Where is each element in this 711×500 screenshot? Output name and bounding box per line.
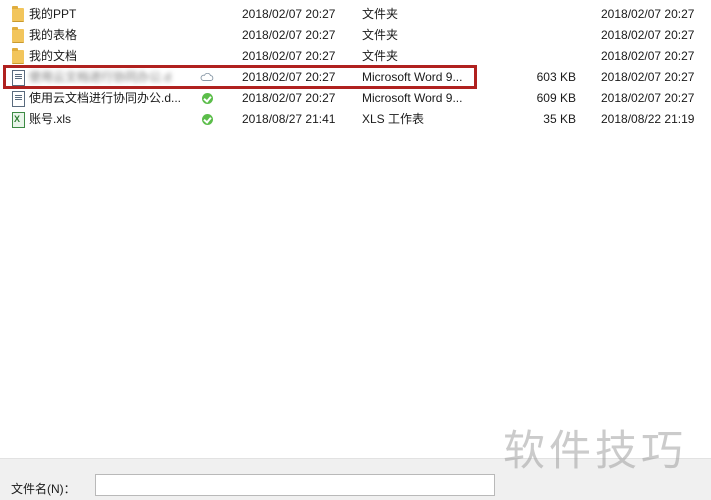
file-size: 609 KB	[536, 91, 576, 105]
file-type: 文件夹	[362, 49, 399, 63]
file-list: 我的PPT 2018/02/07 20:27 文件夹 2018/02/07 20…	[0, 0, 711, 458]
file-name: 使用云文档进行协同办公.d...	[29, 91, 182, 105]
word-doc-icon	[10, 67, 26, 88]
file-modified-date: 2018/02/07 20:27	[242, 28, 336, 42]
file-modified-date: 2018/08/27 21:41	[242, 112, 336, 126]
folder-icon	[10, 46, 26, 67]
file-created-date: 2018/02/07 20:27	[601, 7, 695, 21]
file-name: 我的文档	[29, 49, 78, 63]
folder-icon	[10, 4, 26, 25]
file-row-cloud-doc-selected[interactable]: 使用云文档进行协同办公.d 2018/02/07 20:27 Microsoft…	[0, 67, 711, 88]
synced-check-icon	[199, 109, 215, 130]
filename-input[interactable]	[95, 474, 495, 496]
file-created-date: 2018/02/07 20:27	[601, 28, 695, 42]
file-size: 35 KB	[543, 112, 576, 126]
word-doc-icon	[10, 88, 26, 109]
file-modified-date: 2018/02/07 20:27	[242, 7, 336, 21]
file-name-blurred: 使用云文档进行协同办公.d	[29, 70, 172, 84]
file-modified-date: 2018/02/07 20:27	[242, 49, 336, 63]
file-type: XLS 工作表	[362, 112, 425, 126]
watermark: 软件技巧	[503, 426, 688, 475]
file-type: 文件夹	[362, 7, 399, 21]
file-size: 603 KB	[536, 70, 576, 84]
file-created-date: 2018/02/07 20:27	[601, 49, 695, 63]
file-row-my-sheets[interactable]: 我的表格 2018/02/07 20:27 文件夹 2018/02/07 20:…	[0, 25, 711, 46]
cloud-icon	[199, 67, 215, 88]
file-size	[500, 25, 576, 46]
file-type: Microsoft Word 9...	[362, 91, 463, 105]
file-name: 我的表格	[29, 28, 78, 42]
synced-check-icon	[199, 88, 215, 109]
file-name: 账号.xls	[29, 112, 72, 126]
file-row-collab-doc[interactable]: 使用云文档进行协同办公.d... 2018/02/07 20:27 Micros…	[0, 88, 711, 109]
excel-icon	[10, 109, 26, 130]
file-size	[500, 4, 576, 25]
file-type: 文件夹	[362, 28, 399, 42]
file-row-my-ppt[interactable]: 我的PPT 2018/02/07 20:27 文件夹 2018/02/07 20…	[0, 4, 711, 25]
file-created-date: 2018/02/07 20:27	[601, 70, 695, 84]
file-modified-date: 2018/02/07 20:27	[242, 70, 336, 84]
file-created-date: 2018/02/07 20:27	[601, 91, 695, 105]
file-created-date: 2018/08/22 21:19	[601, 112, 695, 126]
file-name: 我的PPT	[29, 7, 77, 21]
file-row-account-xls[interactable]: 账号.xls 2018/08/27 21:41 XLS 工作表 35 KB 20…	[0, 109, 711, 130]
file-modified-date: 2018/02/07 20:27	[242, 91, 336, 105]
filename-label: 文件名(N)：	[11, 482, 76, 496]
folder-icon	[10, 25, 26, 46]
file-size	[500, 46, 576, 67]
file-type: Microsoft Word 9...	[362, 70, 463, 84]
file-row-my-docs[interactable]: 我的文档 2018/02/07 20:27 文件夹 2018/02/07 20:…	[0, 46, 711, 67]
